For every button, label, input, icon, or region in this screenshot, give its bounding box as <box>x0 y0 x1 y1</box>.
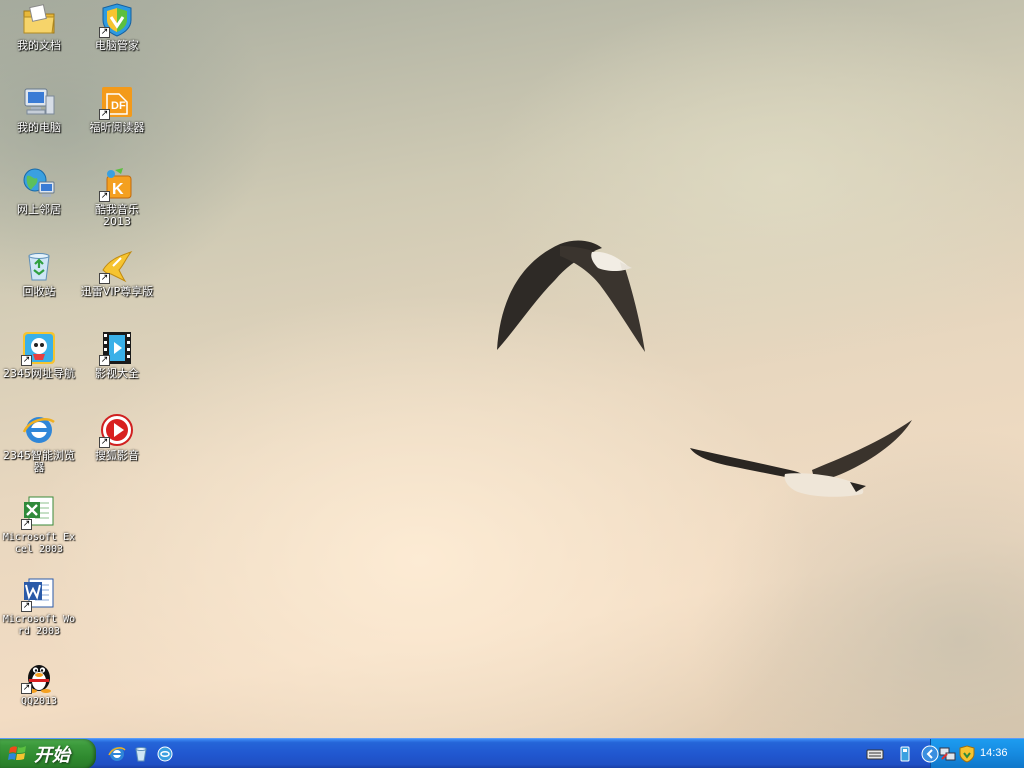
quicklaunch-browser-icon[interactable] <box>156 745 174 763</box>
keyboard-icon[interactable] <box>866 745 884 763</box>
desktop-icon-kuwo-music[interactable]: K ↗ 酷我音乐 2013 <box>78 166 156 228</box>
desktop-icon-qq2013[interactable]: ↗ QQ2013 <box>0 658 78 708</box>
desktop-icon-label: QQ2013 <box>20 696 58 707</box>
sohu-play-icon: ↗ <box>99 412 135 448</box>
desktop-icon-label: 电脑管家 <box>95 39 139 52</box>
svg-text:K: K <box>112 181 124 198</box>
desktop-icon-label: 2345智能浏览器 <box>3 449 75 474</box>
start-label: 开始 <box>34 745 70 766</box>
shortcut-arrow-icon: ↗ <box>99 27 110 38</box>
excel-icon: ↗ <box>21 494 57 530</box>
desktop-icon-label: 网上邻居 <box>17 203 61 216</box>
foxit-pdf-icon: DF ↗ <box>99 84 135 120</box>
word-icon: ↗ <box>21 576 57 612</box>
desktop-icon-excel-2003[interactable]: ↗ Microsoft Excel 2003 <box>0 494 78 556</box>
seagull-upper <box>497 240 645 352</box>
desktop-icon-label: 搜狐影音 <box>95 449 139 462</box>
qq-penguin-icon: ↗ <box>21 658 57 694</box>
desktop-icon-pc-manager[interactable]: ↗ 电脑管家 <box>78 2 156 52</box>
ie-browser-icon <box>21 412 57 448</box>
xunlei-bird-icon: ↗ <box>99 248 135 284</box>
seagull-lower <box>690 420 912 497</box>
my-computer-icon <box>21 84 57 120</box>
desktop-icon-word-2003[interactable]: ↗ Microsoft Word 2003 <box>0 576 78 638</box>
desktop-icon-label: Microsoft Excel 2003 <box>2 532 76 555</box>
quicklaunch-ie-icon[interactable] <box>108 745 126 763</box>
system-tray <box>921 739 1024 768</box>
shortcut-arrow-icon: ↗ <box>21 355 32 366</box>
shortcut-arrow-icon: ↗ <box>21 519 32 530</box>
pc-manager-tray-icon[interactable] <box>958 745 976 763</box>
shortcut-arrow-icon: ↗ <box>21 601 32 612</box>
desktop-icon-label: 酷我音乐 2013 <box>95 203 139 228</box>
tray-expand-chevron-icon[interactable] <box>921 745 939 763</box>
desktop-icon-label: 影视大全 <box>95 367 139 380</box>
folder-documents-icon <box>21 2 57 38</box>
film-strip-icon: ↗ <box>99 330 135 366</box>
desktop-icon-my-computer[interactable]: 我的电脑 <box>0 84 78 134</box>
quicklaunch-recycle-icon[interactable] <box>132 745 150 763</box>
desktop-icon-label: 迅雷VIP尊享版 <box>80 285 154 298</box>
start-button[interactable]: 开始 <box>0 739 96 768</box>
kuwo-music-icon: K ↗ <box>99 166 135 202</box>
desktop-icon-label: 2345网址导航 <box>3 367 75 380</box>
network-globe-icon <box>21 166 57 202</box>
desktop-icon-label: 福昕阅读器 <box>89 121 145 134</box>
network-connection-icon[interactable] <box>939 745 957 763</box>
desktop-icon-label: 我的文档 <box>17 39 61 52</box>
shortcut-arrow-icon: ↗ <box>99 273 110 284</box>
shortcut-arrow-icon: ↗ <box>99 437 110 448</box>
taskbar: 开始 14:36 <box>0 738 1024 768</box>
desktop[interactable]: 我的文档 我的电脑 网上邻居 回收站 ↗ 2345网址导航 2345智能浏览器 <box>0 0 1024 738</box>
clock[interactable]: 14:36 <box>980 747 1008 759</box>
desktop-icon-xunlei-vip[interactable]: ↗ 迅雷VIP尊享版 <box>78 248 156 298</box>
desktop-icon-2345-browser[interactable]: 2345智能浏览器 <box>0 412 78 474</box>
shortcut-arrow-icon: ↗ <box>21 683 32 694</box>
shortcut-arrow-icon: ↗ <box>99 109 110 120</box>
svg-text:DF: DF <box>111 100 126 112</box>
desktop-icon-video-collection[interactable]: ↗ 影视大全 <box>78 330 156 380</box>
windows-logo-icon <box>8 746 26 760</box>
2345-nav-icon: ↗ <box>21 330 57 366</box>
desktop-icon-label: 我的电脑 <box>17 121 61 134</box>
desktop-icon-foxit-reader[interactable]: DF ↗ 福昕阅读器 <box>78 84 156 134</box>
pc-manager-shield-icon: ↗ <box>99 2 135 38</box>
desktop-icon-network-places[interactable]: 网上邻居 <box>0 166 78 216</box>
shortcut-arrow-icon: ↗ <box>99 355 110 366</box>
usb-device-icon[interactable] <box>896 745 914 763</box>
shortcut-arrow-icon: ↗ <box>99 191 110 202</box>
desktop-icon-my-documents[interactable]: 我的文档 <box>0 2 78 52</box>
desktop-icon-label: Microsoft Word 2003 <box>2 614 76 637</box>
desktop-icon-sohu-player[interactable]: ↗ 搜狐影音 <box>78 412 156 462</box>
desktop-icon-label: 回收站 <box>22 285 56 298</box>
recycle-bin-icon <box>21 248 57 284</box>
desktop-icon-recycle-bin[interactable]: 回收站 <box>0 248 78 298</box>
desktop-icon-2345-nav[interactable]: ↗ 2345网址导航 <box>0 330 78 380</box>
